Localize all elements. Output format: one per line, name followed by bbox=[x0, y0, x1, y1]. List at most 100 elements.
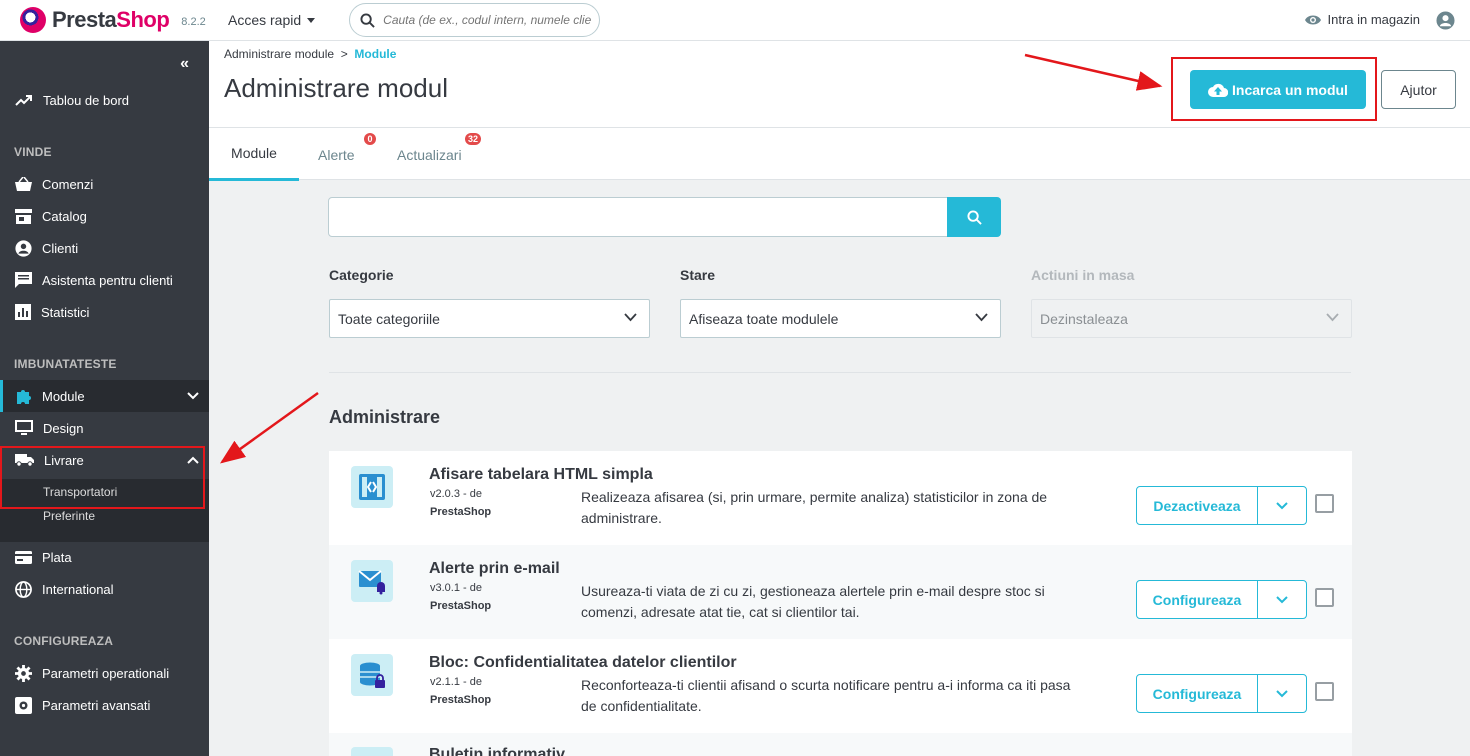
sidebar-item-operational[interactable]: Parametri operationali bbox=[0, 657, 209, 689]
module-author: PrestaShop bbox=[430, 506, 492, 518]
prestashop-logo-icon bbox=[20, 7, 46, 33]
module-search-input[interactable] bbox=[328, 197, 948, 237]
module-card: Alerte prin e-mail v3.0.1 - de PrestaSho… bbox=[329, 545, 1352, 639]
sidebar-item-label: Design bbox=[43, 420, 84, 436]
module-description: Usureaza-ti viata de zi cu zi, gestionea… bbox=[581, 583, 1045, 620]
search-icon bbox=[966, 209, 982, 225]
logo[interactable]: PrestaShop 8.2.2 bbox=[20, 7, 210, 33]
status-filter-value: Afiseaza toate modulele bbox=[689, 310, 839, 327]
sidebar-item-payment[interactable]: Plata bbox=[0, 541, 209, 573]
module-name: Alerte prin e-mail bbox=[429, 560, 560, 577]
section-improve: IMBUNATATESTE bbox=[14, 357, 117, 371]
sidebar-item-advanced[interactable]: Parametri avansati bbox=[0, 689, 209, 721]
caret-down-icon bbox=[307, 17, 316, 23]
sidebar-item-label: Plata bbox=[42, 549, 72, 565]
tab-label: Module bbox=[231, 145, 277, 161]
collapse-sidebar-icon[interactable]: « bbox=[180, 55, 189, 73]
chevron-down-icon bbox=[975, 313, 988, 322]
breadcrumb-parent[interactable]: Administrare module bbox=[224, 47, 334, 61]
sidebar-item-label: Clienti bbox=[42, 240, 79, 256]
monitor-icon bbox=[15, 420, 33, 435]
module-version: v2.1.1 - de bbox=[430, 676, 482, 688]
module-card: Bloc: Confidentialitatea datelor clienti… bbox=[329, 639, 1352, 733]
quick-access-label: Acces rapid bbox=[228, 12, 302, 28]
module-description: Realizeaza afisarea (si, prin urmare, pe… bbox=[581, 489, 1048, 526]
sidebar-item-label: International bbox=[42, 581, 114, 597]
bulk-actions-value: Dezinstaleaza bbox=[1040, 310, 1128, 327]
configure-module-button[interactable]: Configureaza bbox=[1136, 580, 1258, 619]
module-name: Buletin informativ bbox=[429, 746, 566, 756]
version-label: 8.2.2 bbox=[181, 16, 206, 28]
basket-icon bbox=[15, 176, 32, 191]
sidebar-item-modules[interactable]: Module bbox=[0, 380, 209, 412]
chevron-down-icon bbox=[1276, 501, 1288, 509]
highlight-shipping-box bbox=[0, 446, 205, 509]
module-actions-dropdown[interactable] bbox=[1257, 486, 1307, 525]
view-store-link[interactable]: Intra in magazin bbox=[1304, 12, 1421, 27]
settings-box-icon bbox=[15, 696, 32, 714]
category-filter-value: Toate categoriile bbox=[338, 310, 440, 327]
disable-module-button[interactable]: Dezactiveaza bbox=[1136, 486, 1258, 525]
breadcrumb-separator: > bbox=[340, 47, 348, 61]
user-account-icon[interactable] bbox=[1436, 11, 1455, 33]
tab-alerts[interactable]: Alerte 0 bbox=[318, 128, 376, 181]
gear-icon bbox=[15, 664, 32, 682]
breadcrumb: Administrare module > Module bbox=[224, 47, 396, 61]
trending-up-icon bbox=[15, 95, 32, 106]
sidebar-item-international[interactable]: International bbox=[0, 573, 209, 605]
module-actions-dropdown[interactable] bbox=[1257, 674, 1307, 713]
sidebar-item-label: Comenzi bbox=[42, 176, 94, 192]
module-description: Reconforteaza-ti clientii afisand o scur… bbox=[581, 677, 1071, 714]
module-search-button[interactable] bbox=[947, 197, 1001, 237]
sidebar-item-label: Module bbox=[42, 388, 85, 404]
tab-label: Actualizari bbox=[397, 146, 462, 163]
module-icon bbox=[351, 560, 393, 602]
chevron-down-icon bbox=[624, 313, 637, 322]
sidebar-item-label: Asistenta pentru clienti bbox=[42, 272, 173, 288]
module-author: PrestaShop bbox=[430, 694, 492, 706]
code-table-icon bbox=[359, 474, 385, 500]
module-select-checkbox[interactable] bbox=[1315, 588, 1334, 607]
main-content: Categorie Toate categoriile Stare Afisea… bbox=[209, 181, 1470, 756]
top-bar: PrestaShop 8.2.2 Acces rapid Intra in ma… bbox=[0, 0, 1470, 41]
sidebar-item-orders[interactable]: Comenzi bbox=[0, 168, 209, 200]
sidebar-item-stats[interactable]: Statistici bbox=[0, 296, 209, 328]
chevron-down-icon bbox=[1326, 313, 1339, 322]
module-icon bbox=[351, 654, 393, 696]
category-filter-label: Categorie bbox=[329, 267, 394, 283]
status-filter-select[interactable]: Afiseaza toate modulele bbox=[680, 299, 1001, 338]
bulk-actions-select: Dezinstaleaza bbox=[1031, 299, 1352, 338]
module-name: Afisare tabelara HTML simpla bbox=[429, 466, 653, 483]
tab-label: Alerte bbox=[318, 146, 355, 163]
sidebar-item-dashboard[interactable]: Tablou de bord bbox=[0, 84, 209, 116]
module-select-checkbox[interactable] bbox=[1315, 682, 1334, 701]
module-actions-dropdown[interactable] bbox=[1257, 580, 1307, 619]
active-indicator bbox=[0, 380, 3, 412]
sidebar-item-support[interactable]: Asistenta pentru clienti bbox=[0, 264, 209, 296]
section-sell: VINDE bbox=[14, 145, 52, 159]
database-lock-icon bbox=[360, 662, 385, 688]
sidebar-item-catalog[interactable]: Catalog bbox=[0, 200, 209, 232]
divider bbox=[329, 372, 1351, 373]
module-tabs: Module Alerte 0 Actualizari 32 bbox=[209, 127, 1470, 181]
help-button[interactable]: Ajutor bbox=[1381, 70, 1456, 109]
sidebar: « Tablou de bord VINDE Comenzi Catalog C… bbox=[0, 41, 209, 756]
status-filter-label: Stare bbox=[680, 267, 716, 283]
eye-icon bbox=[1304, 15, 1321, 24]
quick-access-dropdown[interactable]: Acces rapid bbox=[228, 12, 316, 28]
global-search[interactable] bbox=[349, 3, 601, 37]
chat-icon bbox=[15, 272, 32, 288]
search-input[interactable] bbox=[383, 13, 594, 27]
sidebar-subitem-preferences[interactable]: Preferinte bbox=[43, 509, 95, 523]
mail-bell-icon bbox=[358, 570, 385, 595]
tab-modules[interactable]: Module bbox=[209, 128, 299, 181]
category-filter-select[interactable]: Toate categoriile bbox=[329, 299, 650, 338]
breadcrumb-current[interactable]: Module bbox=[354, 47, 396, 61]
module-select-checkbox[interactable] bbox=[1315, 494, 1334, 513]
section-configure: CONFIGUREAZA bbox=[14, 634, 114, 648]
sidebar-item-customers[interactable]: Clienti bbox=[0, 232, 209, 264]
tab-updates[interactable]: Actualizari 32 bbox=[397, 128, 482, 181]
sidebar-item-design[interactable]: Design bbox=[0, 412, 209, 444]
configure-module-button[interactable]: Configureaza bbox=[1136, 674, 1258, 713]
view-store-label: Intra in magazin bbox=[1327, 12, 1421, 27]
